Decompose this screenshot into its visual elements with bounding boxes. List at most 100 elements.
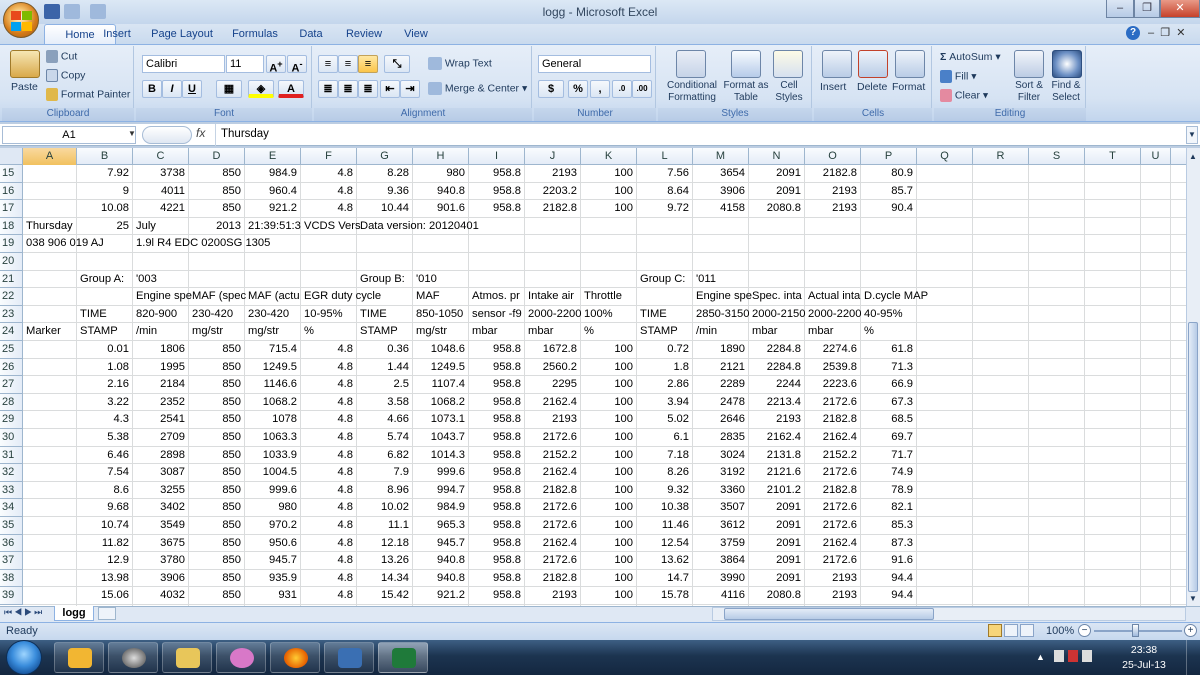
cell-G32[interactable]: 7.9 — [357, 464, 413, 482]
cell-B28[interactable]: 3.22 — [77, 393, 133, 412]
cell-B37[interactable]: 12.9 — [77, 552, 133, 570]
cell-J25[interactable]: 1672.8 — [525, 341, 581, 359]
copy-button[interactable]: Copy — [46, 69, 85, 82]
name-box-dropdown-icon[interactable]: ▼ — [128, 129, 136, 138]
increase-indent-button[interactable]: ⇥ — [400, 80, 420, 98]
cell-C30[interactable]: 2709 — [133, 429, 189, 447]
cell-K28[interactable]: 100 — [581, 393, 637, 412]
row-header[interactable]: 17 — [0, 200, 23, 218]
cell-M15[interactable]: 3654 — [693, 165, 749, 183]
currency-button[interactable]: $ — [538, 80, 564, 98]
cell-K30[interactable]: 100 — [581, 429, 637, 447]
cell-G25[interactable]: 0.36 — [357, 341, 413, 359]
cell-E23[interactable]: 230-420 — [245, 306, 293, 324]
cell-P22[interactable]: D.cycle MAP — [861, 288, 932, 306]
sheet-tab-logg[interactable]: logg — [54, 606, 94, 621]
cell-H31[interactable]: 1014.3 — [413, 446, 469, 465]
cell-F33[interactable]: 4.8 — [301, 481, 357, 500]
cell-D25[interactable]: 850 — [189, 341, 245, 359]
column-header-H[interactable]: H — [413, 148, 469, 165]
cell-G36[interactable]: 12.18 — [357, 534, 413, 553]
cell-D26[interactable]: 850 — [189, 358, 245, 377]
cell-G16[interactable]: 9.36 — [357, 182, 413, 201]
name-box[interactable]: A1 — [2, 126, 136, 144]
cell-M23[interactable]: 2850-3150 — [693, 306, 753, 324]
cell-C16[interactable]: 4011 — [133, 182, 189, 201]
cell-D24[interactable]: mg/str — [189, 323, 227, 341]
cell-G26[interactable]: 1.44 — [357, 358, 413, 377]
column-header-M[interactable]: M — [693, 148, 749, 165]
cell-F27[interactable]: 4.8 — [301, 376, 357, 394]
format-as-table-button[interactable]: Format as Table — [722, 80, 770, 104]
cell-G39[interactable]: 15.42 — [357, 587, 413, 605]
cell-H16[interactable]: 940.8 — [413, 182, 469, 201]
cell-H15[interactable]: 980 — [413, 165, 469, 183]
cell-B16[interactable]: 9 — [77, 182, 133, 201]
cell-I24[interactable]: mbar — [469, 323, 501, 341]
cell-C18[interactable]: July — [133, 218, 159, 236]
cell-G21[interactable]: Group B: — [357, 271, 408, 289]
cell-B35[interactable]: 10.74 — [77, 517, 133, 535]
italic-button[interactable]: I — [162, 80, 182, 98]
align-bottom-button[interactable]: ≡ — [358, 55, 378, 73]
cell-H27[interactable]: 1107.4 — [413, 376, 469, 394]
cell-K23[interactable]: 100% — [581, 306, 616, 324]
row-header[interactable]: 24 — [0, 323, 23, 341]
cell-G31[interactable]: 6.82 — [357, 446, 413, 465]
cell-N30[interactable]: 2162.4 — [749, 429, 805, 447]
row-header[interactable]: 18 — [0, 217, 23, 236]
cell-M22[interactable]: Engine spe — [693, 288, 755, 306]
cell-N16[interactable]: 2091 — [749, 182, 805, 201]
cell-O15[interactable]: 2182.8 — [805, 165, 861, 183]
cell-D30[interactable]: 850 — [189, 429, 245, 447]
cell-K32[interactable]: 100 — [581, 464, 637, 482]
cell-C35[interactable]: 3549 — [133, 517, 189, 535]
cell-M17[interactable]: 4158 — [693, 200, 749, 218]
cell-B24[interactable]: STAMP — [77, 323, 121, 341]
cell-B29[interactable]: 4.3 — [77, 411, 133, 429]
cell-E31[interactable]: 1033.9 — [245, 446, 301, 465]
row-header[interactable]: 20 — [0, 253, 23, 271]
row-header[interactable]: 23 — [0, 305, 23, 324]
cell-E22[interactable]: MAF (actu — [245, 288, 303, 306]
cell-J32[interactable]: 2162.4 — [525, 464, 581, 482]
cell-D31[interactable]: 850 — [189, 446, 245, 465]
cell-D29[interactable]: 850 — [189, 411, 245, 429]
cell-D32[interactable]: 850 — [189, 464, 245, 482]
cell-L33[interactable]: 9.32 — [637, 481, 693, 500]
cell-H38[interactable]: 940.8 — [413, 569, 469, 588]
cell-O24[interactable]: mbar — [805, 323, 837, 341]
cell-N32[interactable]: 2121.6 — [749, 464, 805, 482]
cell-D16[interactable]: 850 — [189, 182, 245, 201]
cell-F35[interactable]: 4.8 — [301, 517, 357, 535]
cell-B38[interactable]: 13.98 — [77, 569, 133, 588]
cell-F17[interactable]: 4.8 — [301, 200, 357, 218]
row-header[interactable]: 35 — [0, 517, 23, 535]
cell-C29[interactable]: 2541 — [133, 411, 189, 429]
column-header-T[interactable]: T — [1085, 148, 1141, 165]
zoom-level[interactable]: 100% — [1046, 625, 1074, 637]
cell-E35[interactable]: 970.2 — [245, 517, 301, 535]
cell-O37[interactable]: 2172.6 — [805, 552, 861, 570]
cell-G34[interactable]: 10.02 — [357, 499, 413, 517]
comma-button[interactable]: , — [590, 80, 610, 98]
bold-button[interactable]: B — [142, 80, 162, 98]
font-name-combo[interactable]: Calibri — [142, 55, 225, 73]
column-header-K[interactable]: K — [581, 148, 637, 165]
font-size-combo[interactable]: 11 — [226, 55, 264, 73]
cell-K38[interactable]: 100 — [581, 569, 637, 588]
cell-K37[interactable]: 100 — [581, 552, 637, 570]
cell-J35[interactable]: 2172.6 — [525, 517, 581, 535]
cell-H36[interactable]: 945.7 — [413, 534, 469, 553]
cell-J37[interactable]: 2172.6 — [525, 552, 581, 570]
cell-C34[interactable]: 3402 — [133, 499, 189, 517]
cell-M21[interactable]: '011 — [693, 271, 719, 289]
cell-I31[interactable]: 958.8 — [469, 446, 525, 465]
row-header[interactable]: 38 — [0, 569, 23, 588]
cell-L27[interactable]: 2.86 — [637, 376, 693, 394]
cell-C15[interactable]: 3738 — [133, 165, 189, 183]
column-header-Q[interactable]: Q — [917, 148, 973, 165]
cell-M37[interactable]: 3864 — [693, 552, 749, 570]
column-header-L[interactable]: L — [637, 148, 693, 165]
cell-J28[interactable]: 2162.4 — [525, 393, 581, 412]
